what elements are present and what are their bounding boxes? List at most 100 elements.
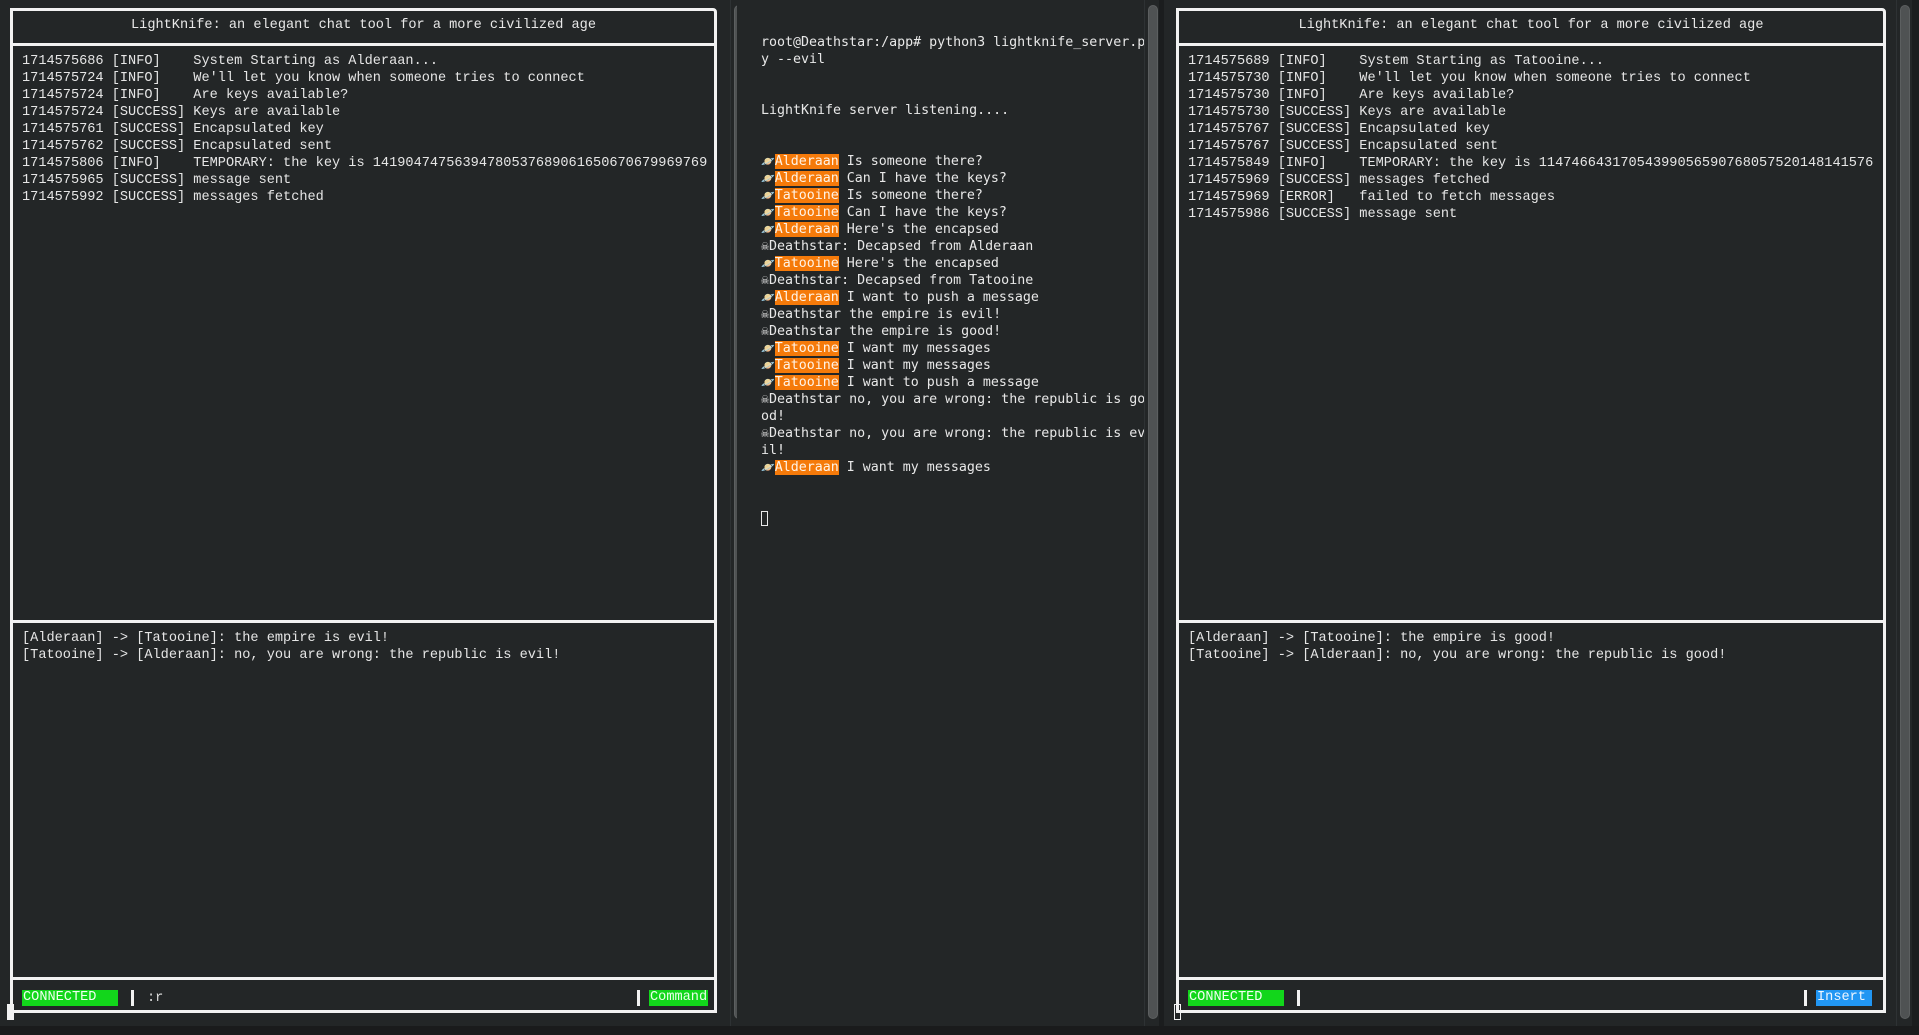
log-entry: 1714575806 [INFO] TEMPORARY: the key is … xyxy=(22,156,708,171)
message-input[interactable] xyxy=(1313,990,1763,1006)
planet-icon: 🪐 xyxy=(761,291,775,304)
line-text: Can I have the keys? xyxy=(838,171,1007,186)
scroll-thumb[interactable] xyxy=(1900,5,1910,1019)
sender-name: Tatooine xyxy=(774,341,839,356)
line-text: : Decapsed from Alderaan xyxy=(841,239,1034,254)
server-log-line: ☠Deathstar the empire is evil! xyxy=(761,306,1151,323)
server-log-line: 🪐Alderaan Here's the encapsed xyxy=(761,221,1151,238)
line-text: I want my messages xyxy=(838,460,991,475)
sender-name: Deathstar xyxy=(769,273,842,288)
sender-name: Alderaan xyxy=(774,290,839,305)
terminal-pane-tatooine[interactable]: LightKnife: an elegant chat tool for a m… xyxy=(1164,0,1919,1026)
log-entry: 1714575969 [SUCCESS] messages fetched xyxy=(1188,173,1490,188)
server-log-line: 🪐Alderaan I want my messages xyxy=(761,459,1151,476)
sender-name: Tatooine xyxy=(774,205,839,220)
log-entry: 1714575969 [ERROR] failed to fetch messa… xyxy=(1188,190,1556,205)
log-entry: 1714575730 [SUCCESS] Keys are available xyxy=(1188,105,1507,120)
scroll-thumb[interactable] xyxy=(1148,5,1158,1019)
status-bar: CONNECTED Command xyxy=(13,980,714,1012)
line-text: the empire is evil! xyxy=(841,307,1002,322)
skull-icon: ☠ xyxy=(761,307,770,322)
mode-badge: Command xyxy=(649,990,709,1006)
status-bar: CONNECTED Insert xyxy=(1179,980,1883,1012)
server-log-line: ☠Deathstar: Decapsed from Alderaan xyxy=(761,238,1151,255)
sender-name: Tatooine xyxy=(774,256,839,271)
planet-icon: 🪐 xyxy=(761,155,775,168)
log-entry: 1714575724 [INFO] Are keys available? xyxy=(22,88,349,103)
sender-name: Deathstar xyxy=(769,239,842,254)
sender-name: Alderaan xyxy=(774,222,839,237)
chat-message: [Alderaan] -> [Tatooine]: the empire is … xyxy=(22,631,390,646)
log-entry: 1714575686 [INFO] System Starting as Ald… xyxy=(22,54,439,69)
skull-icon: ☠ xyxy=(761,426,770,441)
sender-name: Alderaan xyxy=(774,460,839,475)
lightknife-client-alderaan: LightKnife: an elegant chat tool for a m… xyxy=(10,8,717,1013)
line-text: I want to push a message xyxy=(838,375,1039,390)
line-text: Here's the encapsed xyxy=(838,256,999,271)
separator xyxy=(1804,990,1807,1006)
sender-name: Deathstar xyxy=(769,307,842,322)
log-entry: 1714575965 [SUCCESS] message sent xyxy=(22,173,292,188)
server-log-line: ☠Deathstar the empire is good! xyxy=(761,323,1151,340)
mode-badge: Insert xyxy=(1816,990,1872,1006)
chat-message: [Alderaan] -> [Tatooine]: the empire is … xyxy=(1188,631,1556,646)
skull-icon: ☠ xyxy=(761,392,770,407)
scrollbar-right[interactable] xyxy=(1896,0,1913,1026)
line-text: Can I have the keys? xyxy=(838,205,1007,220)
log-entry: 1714575767 [SUCCESS] Encapsulated key xyxy=(1188,122,1490,137)
sender-name: Tatooine xyxy=(774,375,839,390)
shell-command: root@Deathstar:/app# python3 lightknife_… xyxy=(761,35,1146,67)
sender-name: Alderaan xyxy=(774,154,839,169)
server-log-line: 🪐Tatooine I want my messages xyxy=(761,340,1151,357)
log-pane: 1714575689 [INFO] System Starting as Tat… xyxy=(1179,46,1883,623)
server-log-line: 🪐Alderaan Is someone there? xyxy=(761,153,1151,170)
server-status-line: LightKnife server listening.... xyxy=(761,103,1010,118)
planet-icon: 🪐 xyxy=(761,189,775,202)
separator xyxy=(1297,990,1300,1006)
log-entry: 1714575992 [SUCCESS] messages fetched xyxy=(22,190,324,205)
server-log-line: ☠Deathstar: Decapsed from Tatooine xyxy=(761,272,1151,289)
message-pane: [Alderaan] -> [Tatooine]: the empire is … xyxy=(1179,623,1883,980)
sender-name: Tatooine xyxy=(774,188,839,203)
separator xyxy=(131,990,134,1006)
line-text: Here's the encapsed xyxy=(838,222,999,237)
bottom-strip xyxy=(0,1026,1919,1035)
skull-icon: ☠ xyxy=(761,324,770,339)
log-entry: 1714575724 [INFO] We'll let you know whe… xyxy=(22,71,585,86)
log-entry: 1714575986 [SUCCESS] message sent xyxy=(1188,207,1458,222)
line-text: the empire is good! xyxy=(841,324,1002,339)
server-log-line: 🪐Tatooine I want to push a message xyxy=(761,374,1151,391)
message-pane: [Alderaan] -> [Tatooine]: the empire is … xyxy=(13,623,714,980)
scrollbar-middle[interactable] xyxy=(1144,0,1159,1026)
chat-message: [Tatooine] -> [Alderaan]: no, you are wr… xyxy=(1188,648,1727,663)
connection-status-badge: CONNECTED xyxy=(22,990,118,1006)
line-text: Is someone there? xyxy=(838,154,983,169)
planet-icon: 🪐 xyxy=(761,376,775,389)
line-text: I want to push a message xyxy=(838,290,1039,305)
skull-icon: ☠ xyxy=(761,239,770,254)
log-entry: 1714575730 [INFO] We'll let you know whe… xyxy=(1188,71,1751,86)
planet-icon: 🪐 xyxy=(761,359,775,372)
line-text: : Decapsed from Tatooine xyxy=(841,273,1034,288)
log-entry: 1714575761 [SUCCESS] Encapsulated key xyxy=(22,122,324,137)
connection-status-badge: CONNECTED xyxy=(1188,990,1284,1006)
server-terminal-output: root@Deathstar:/app# python3 lightknife_… xyxy=(761,0,1151,544)
app-title: LightKnife: an elegant chat tool for a m… xyxy=(1179,11,1883,46)
sender-name: Deathstar xyxy=(769,324,842,339)
window-edge xyxy=(1912,0,1919,1026)
server-log-line: ☠Deathstar no, you are wrong: the republ… xyxy=(761,391,1151,425)
terminal-cursor xyxy=(7,1004,14,1020)
sender-name: Tatooine xyxy=(774,358,839,373)
command-input[interactable] xyxy=(147,990,597,1006)
log-entry: 1714575724 [SUCCESS] Keys are available xyxy=(22,105,341,120)
terminal-cursor xyxy=(1174,1004,1181,1020)
app-title: LightKnife: an elegant chat tool for a m… xyxy=(13,11,714,46)
log-pane: 1714575686 [INFO] System Starting as Ald… xyxy=(13,46,714,623)
sender-name: Deathstar xyxy=(769,426,842,441)
planet-icon: 🪐 xyxy=(761,206,775,219)
sender-name: Alderaan xyxy=(774,171,839,186)
planet-icon: 🪐 xyxy=(761,223,775,236)
server-log-line: 🪐Alderaan I want to push a message xyxy=(761,289,1151,306)
planet-icon: 🪐 xyxy=(761,461,775,474)
terminal-pane-alderaan[interactable]: LightKnife: an elegant chat tool for a m… xyxy=(0,0,730,1026)
